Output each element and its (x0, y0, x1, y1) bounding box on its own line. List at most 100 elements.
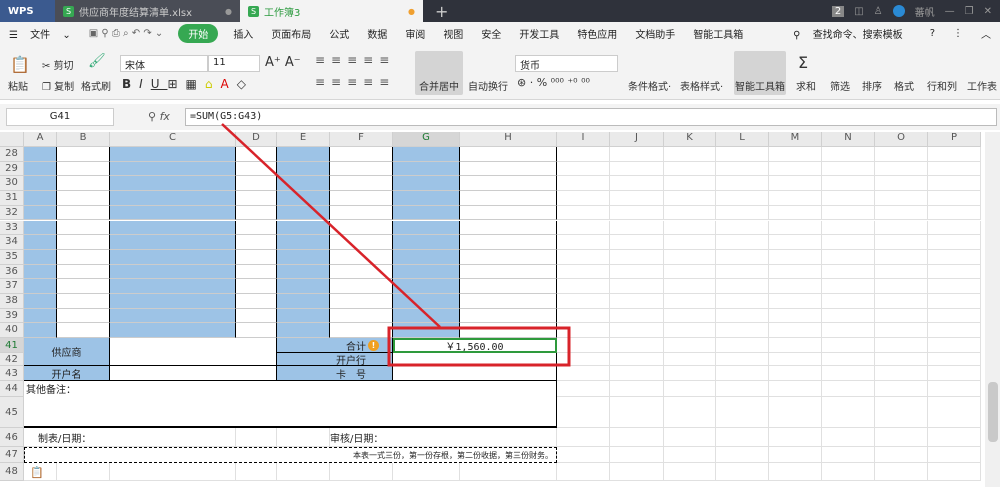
remarks-cell[interactable]: 其他备注： (24, 381, 557, 429)
cell[interactable] (769, 353, 822, 367)
cell[interactable] (236, 463, 277, 482)
cell[interactable] (716, 161, 769, 177)
wps-home-tab[interactable]: WPS (0, 0, 55, 22)
cell[interactable] (875, 176, 928, 192)
copy-button[interactable]: ❐ 复制 (42, 78, 74, 93)
column-header-E[interactable]: E (277, 132, 330, 147)
cell[interactable] (769, 294, 822, 309)
column-header-G[interactable]: G (393, 132, 460, 147)
cell[interactable] (110, 191, 236, 206)
cell[interactable] (716, 428, 769, 448)
cell[interactable] (716, 447, 769, 464)
cell[interactable] (822, 161, 875, 177)
cell[interactable] (610, 235, 664, 250)
row-header-39[interactable]: 39 (0, 308, 24, 324)
cell[interactable] (928, 220, 981, 236)
cell[interactable] (393, 191, 460, 206)
cell[interactable] (822, 264, 875, 280)
cell[interactable] (24, 147, 57, 162)
cell[interactable] (716, 235, 769, 250)
cell[interactable] (57, 191, 110, 206)
cell[interactable] (236, 264, 277, 280)
cell[interactable] (330, 323, 393, 339)
cell[interactable] (557, 220, 610, 236)
alignment-buttons-2[interactable]: ≡≡≡≡≡ (315, 75, 395, 89)
paste-icon[interactable]: 📋 (10, 55, 30, 74)
cell[interactable] (928, 264, 981, 280)
cell[interactable] (393, 323, 460, 339)
paste-options-icon[interactable]: 📋 (30, 465, 44, 479)
row-header-31[interactable]: 31 (0, 191, 24, 206)
cell[interactable] (928, 463, 981, 482)
cell[interactable] (57, 147, 110, 162)
cell[interactable] (822, 205, 875, 221)
cell[interactable] (875, 397, 928, 429)
cell[interactable] (110, 279, 236, 294)
cell[interactable] (716, 463, 769, 482)
cell[interactable] (277, 279, 330, 294)
format-painter-icon[interactable]: 🖌 (88, 53, 106, 69)
font-size-buttons[interactable]: A⁺ A⁻ (265, 55, 301, 70)
column-header-O[interactable]: O (875, 132, 928, 147)
cell[interactable] (610, 323, 664, 339)
cell[interactable] (610, 264, 664, 280)
cell[interactable] (277, 235, 330, 250)
row-header-43[interactable]: 43 (0, 366, 24, 382)
cell[interactable] (236, 147, 277, 162)
cell[interactable] (110, 205, 236, 221)
unsaved-dot-icon[interactable]: ● (408, 7, 415, 16)
cell[interactable] (557, 428, 610, 448)
column-header-L[interactable]: L (716, 132, 769, 147)
cell[interactable] (664, 463, 716, 482)
row-header-29[interactable]: 29 (0, 161, 24, 177)
cell[interactable] (822, 463, 875, 482)
column-header-D[interactable]: D (236, 132, 277, 147)
shirt-icon[interactable]: ♙ (874, 6, 883, 17)
cell[interactable] (769, 308, 822, 324)
cell[interactable] (610, 463, 664, 482)
cell[interactable] (610, 220, 664, 236)
cell[interactable] (393, 249, 460, 265)
cell[interactable] (716, 353, 769, 367)
cell[interactable] (610, 447, 664, 464)
filter-button[interactable]: 筛选 (830, 78, 850, 93)
cell[interactable] (769, 264, 822, 280)
window-count-badge[interactable]: 2 (831, 5, 845, 17)
cell[interactable] (277, 147, 330, 162)
bank-value[interactable] (393, 353, 557, 367)
cell[interactable] (393, 176, 460, 192)
smart-toolbox-button[interactable]: 智能工具箱 (734, 51, 786, 95)
formula-input[interactable]: =SUM(G5:G43) (185, 108, 997, 126)
cell[interactable] (557, 294, 610, 309)
cell[interactable] (769, 397, 822, 429)
cell[interactable] (769, 191, 822, 206)
cut-button[interactable]: ✂ 剪切 (42, 57, 74, 72)
card-no-label[interactable]: 卡 号 (277, 366, 393, 382)
cell[interactable] (769, 428, 822, 448)
cell[interactable] (24, 176, 57, 192)
row-header-38[interactable]: 38 (0, 294, 24, 309)
cell[interactable] (236, 279, 277, 294)
quick-access-icons[interactable]: ▣ ⚲ ⎙ ⌕ ↶ ↷ ⌄ (80, 28, 173, 39)
row-header-35[interactable]: 35 (0, 249, 24, 265)
cell[interactable] (277, 463, 330, 482)
name-box[interactable]: G41 (6, 108, 114, 126)
menu-security[interactable]: 安全 (472, 26, 510, 41)
cell[interactable] (875, 447, 928, 464)
cell[interactable] (664, 397, 716, 429)
cell[interactable] (664, 323, 716, 339)
new-tab-button[interactable]: + (423, 0, 460, 22)
cell[interactable] (928, 279, 981, 294)
cell[interactable] (330, 294, 393, 309)
cell[interactable] (664, 205, 716, 221)
tab-file-1[interactable]: S 供应商年度结算清单.xlsx ● (55, 0, 240, 22)
cell[interactable] (769, 381, 822, 398)
bank-label[interactable]: 开户行 (277, 353, 393, 367)
cell[interactable] (664, 220, 716, 236)
cell[interactable] (610, 353, 664, 367)
cell[interactable] (557, 176, 610, 192)
row-header-48[interactable]: 48 (0, 463, 24, 482)
cell[interactable] (110, 176, 236, 192)
conditional-format-button[interactable]: 条件格式· (628, 78, 671, 93)
cell[interactable] (236, 308, 277, 324)
